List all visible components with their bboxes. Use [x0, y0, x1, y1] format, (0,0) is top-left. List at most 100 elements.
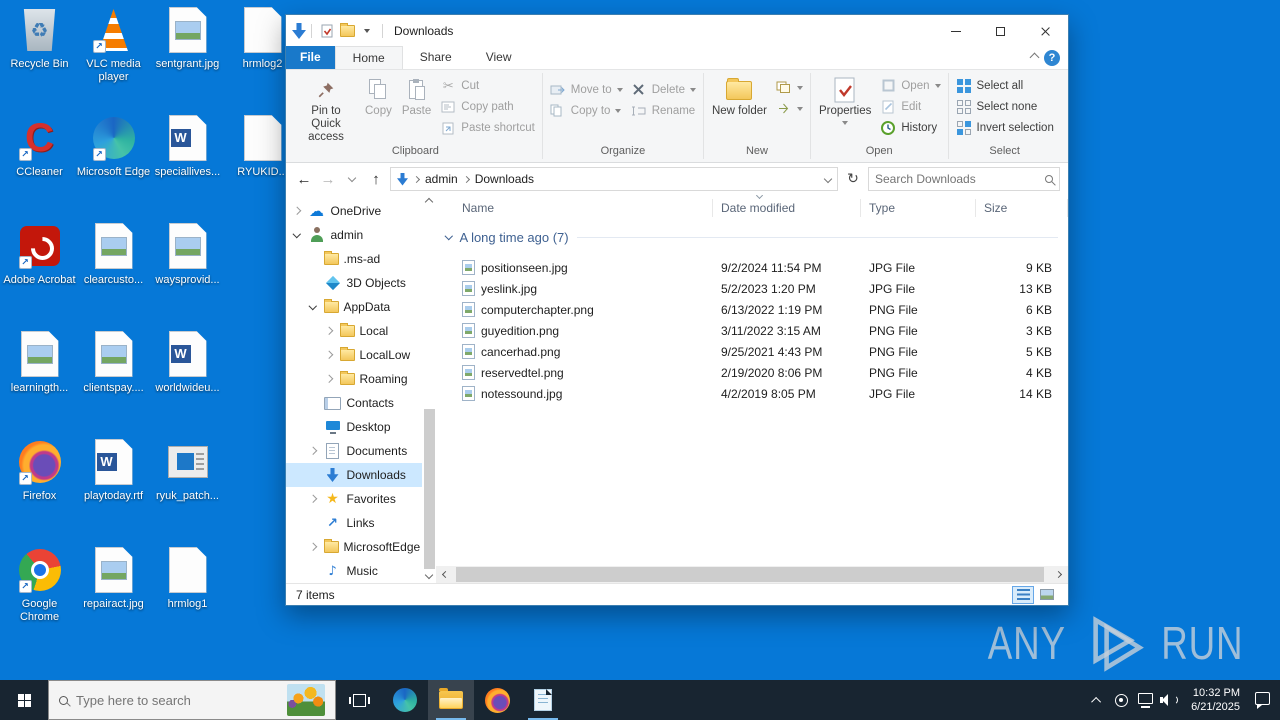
- desktop-icon-edge[interactable]: Microsoft Edge: [76, 114, 151, 179]
- file-row[interactable]: yeslink.jpg5/2/2023 1:20 PMJPG File13 KB: [436, 278, 1068, 299]
- scroll-right-icon[interactable]: [1052, 566, 1068, 583]
- desktop-icon-vlc[interactable]: VLC media player: [76, 6, 151, 84]
- chevron-right-icon[interactable]: [309, 543, 317, 551]
- address-dropdown-icon[interactable]: [824, 175, 832, 183]
- taskbar-clock[interactable]: 10:32 PM 6/21/2025: [1181, 686, 1250, 714]
- taskbar-firefox-button[interactable]: [474, 680, 520, 720]
- thumbnail-view-button[interactable]: [1036, 586, 1058, 604]
- help-button[interactable]: [1044, 50, 1060, 66]
- taskbar-search[interactable]: [48, 680, 336, 720]
- tray-volume-button[interactable]: [1157, 680, 1181, 720]
- tab-view[interactable]: View: [469, 46, 529, 69]
- taskbar-notepad-button[interactable]: [520, 680, 566, 720]
- tab-file[interactable]: File: [286, 46, 335, 69]
- desktop-icon-worldwideu[interactable]: worldwideu...: [150, 330, 225, 395]
- chevron-down-icon[interactable]: [293, 230, 301, 238]
- collapse-ribbon-icon[interactable]: [1030, 53, 1040, 63]
- desktop-icon-repairact[interactable]: repairact.jpg: [76, 546, 151, 611]
- nav-item-onedrive[interactable]: OneDrive: [286, 199, 422, 223]
- desktop-icon-firefox[interactable]: Firefox: [2, 438, 77, 503]
- maximize-button[interactable]: [978, 16, 1023, 47]
- invert-selection-button[interactable]: Invert selection: [952, 117, 1058, 138]
- breadcrumb[interactable]: admin Downloads: [390, 167, 838, 191]
- column-header-name[interactable]: Name: [436, 199, 713, 217]
- scrollbar-thumb[interactable]: [424, 409, 435, 569]
- back-button[interactable]: [294, 168, 314, 190]
- qat-new-folder-button[interactable]: [337, 20, 357, 42]
- breadcrumb-admin[interactable]: admin: [425, 172, 458, 186]
- tray-app-button[interactable]: [1109, 680, 1133, 720]
- tray-network-button[interactable]: [1133, 680, 1157, 720]
- task-view-button[interactable]: [336, 680, 382, 720]
- chevron-right-icon[interactable]: [309, 447, 317, 455]
- desktop-icon-waysprovid[interactable]: waysprovid...: [150, 222, 225, 287]
- easy-access-button[interactable]: [772, 98, 807, 119]
- tab-home[interactable]: Home: [335, 46, 403, 69]
- up-button[interactable]: [366, 168, 386, 190]
- breadcrumb-downloads[interactable]: Downloads: [475, 172, 534, 186]
- nav-item-downloads[interactable]: Downloads: [286, 463, 422, 487]
- nav-item-music[interactable]: Music: [286, 559, 422, 583]
- nav-item-contacts[interactable]: Contacts: [286, 391, 422, 415]
- desktop-icon-google-chrome[interactable]: Google Chrome: [2, 546, 77, 624]
- nav-item-appdata[interactable]: AppData: [286, 295, 422, 319]
- column-header-type[interactable]: Type: [861, 199, 976, 217]
- start-button[interactable]: [0, 680, 48, 720]
- nav-item-documents[interactable]: Documents: [286, 439, 422, 463]
- qat-customize-button[interactable]: [357, 20, 377, 42]
- column-header-date-modified[interactable]: Date modified: [713, 199, 861, 217]
- refresh-button[interactable]: [842, 168, 864, 190]
- desktop-icon-sentgrant[interactable]: sentgrant.jpg: [150, 6, 225, 71]
- nav-scrollbar[interactable]: [423, 195, 436, 583]
- nav-item-roaming[interactable]: Roaming: [286, 367, 422, 391]
- pin-to-quick-access-button[interactable]: Pin to Quick access: [292, 73, 360, 145]
- desktop-icon-speciallives[interactable]: speciallives...: [150, 114, 225, 179]
- file-row[interactable]: notessound.jpg4/2/2019 8:05 PMJPG File14…: [436, 383, 1068, 404]
- taskbar-search-input[interactable]: [76, 693, 279, 708]
- desktop-icon-clearcusto[interactable]: clearcusto...: [76, 222, 151, 287]
- tray-hidden-icons-button[interactable]: [1085, 680, 1109, 720]
- explorer-search-box[interactable]: [868, 167, 1060, 191]
- horizontal-scrollbar[interactable]: [436, 566, 1068, 583]
- tab-share[interactable]: Share: [403, 46, 469, 69]
- desktop-icon-ryuk-patch[interactable]: ryuk_patch...: [150, 438, 225, 503]
- recent-locations-button[interactable]: [342, 168, 362, 190]
- nav-item-admin[interactable]: admin: [286, 223, 422, 247]
- scroll-up-icon[interactable]: [425, 198, 433, 206]
- nav-item-links[interactable]: Links: [286, 511, 422, 535]
- chevron-right-icon[interactable]: [309, 495, 317, 503]
- scrollbar-thumb[interactable]: [456, 567, 1044, 582]
- nav-item-favorites[interactable]: Favorites: [286, 487, 422, 511]
- nav-item-ms-ad[interactable]: .ms-ad: [286, 247, 422, 271]
- file-row[interactable]: computerchapter.png6/13/2022 1:19 PMPNG …: [436, 299, 1068, 320]
- history-button[interactable]: History: [876, 117, 944, 138]
- search-highlights-image[interactable]: [287, 684, 325, 716]
- forward-button[interactable]: [318, 168, 338, 190]
- close-button[interactable]: [1023, 16, 1068, 47]
- file-row[interactable]: guyedition.png3/11/2022 3:15 AMPNG File3…: [436, 320, 1068, 341]
- file-row[interactable]: positionseen.jpg9/2/2024 11:54 PMJPG Fil…: [436, 257, 1068, 278]
- file-row[interactable]: reservedtel.png2/19/2020 8:06 PMPNG File…: [436, 362, 1068, 383]
- action-center-button[interactable]: [1250, 680, 1274, 720]
- chevron-right-icon[interactable]: [293, 207, 301, 215]
- new-item-button[interactable]: [772, 77, 807, 98]
- group-header[interactable]: A long time ago (7): [436, 223, 1068, 251]
- desktop-icon-clientspay[interactable]: clientspay....: [76, 330, 151, 395]
- desktop-icon-playtoday[interactable]: playtoday.rtf: [76, 438, 151, 503]
- qat-properties-button[interactable]: [317, 20, 337, 42]
- properties-button[interactable]: Properties: [814, 73, 876, 145]
- taskbar-edge-button[interactable]: [382, 680, 428, 720]
- column-header-size[interactable]: Size: [976, 199, 1068, 217]
- nav-item-3d-objects[interactable]: 3D Objects: [286, 271, 422, 295]
- desktop-icon-adobe-acrobat[interactable]: Adobe Acrobat: [2, 222, 77, 287]
- chevron-down-icon[interactable]: [309, 302, 317, 310]
- select-none-button[interactable]: Select none: [952, 96, 1058, 117]
- desktop-icon-recycle-bin[interactable]: Recycle Bin: [2, 6, 77, 71]
- file-row[interactable]: cancerhad.png9/25/2021 4:43 PMPNG File5 …: [436, 341, 1068, 362]
- select-all-button[interactable]: Select all: [952, 75, 1058, 96]
- nav-item-local[interactable]: Local: [286, 319, 422, 343]
- minimize-button[interactable]: [933, 16, 978, 47]
- desktop-icon-learningth[interactable]: learningth...: [2, 330, 77, 395]
- scroll-left-icon[interactable]: [436, 566, 452, 583]
- new-folder-button[interactable]: New folder: [707, 73, 772, 145]
